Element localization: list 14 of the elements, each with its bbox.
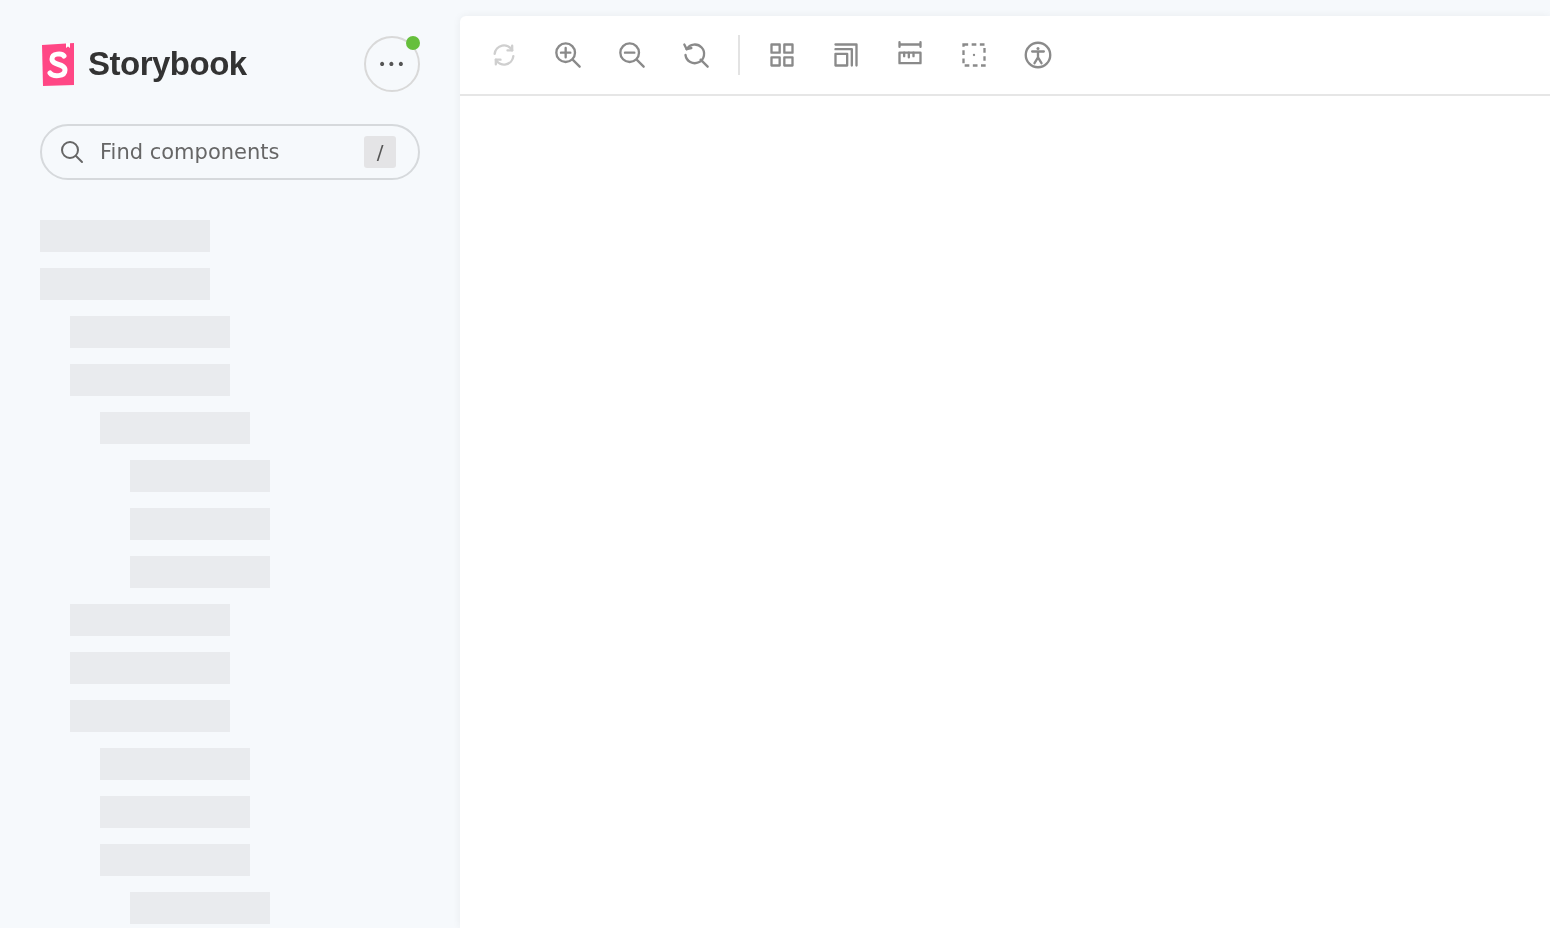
- grid-icon: [768, 41, 796, 69]
- menu-button[interactable]: •••: [364, 36, 420, 92]
- zoom-in-icon: [554, 41, 582, 69]
- brand-name: Storybook: [88, 45, 247, 83]
- accessibility-icon: [1024, 41, 1052, 69]
- search-field[interactable]: Find components /: [40, 124, 420, 180]
- logo-icon: [40, 42, 76, 86]
- layers-icon: [832, 41, 860, 69]
- search-input[interactable]: Find components: [98, 139, 350, 165]
- outline-icon: [960, 41, 988, 69]
- shortcut-key: /: [364, 136, 396, 168]
- zoom-reset-icon: [682, 41, 710, 69]
- zoom-out-icon: [618, 41, 646, 69]
- search-icon: [60, 140, 84, 164]
